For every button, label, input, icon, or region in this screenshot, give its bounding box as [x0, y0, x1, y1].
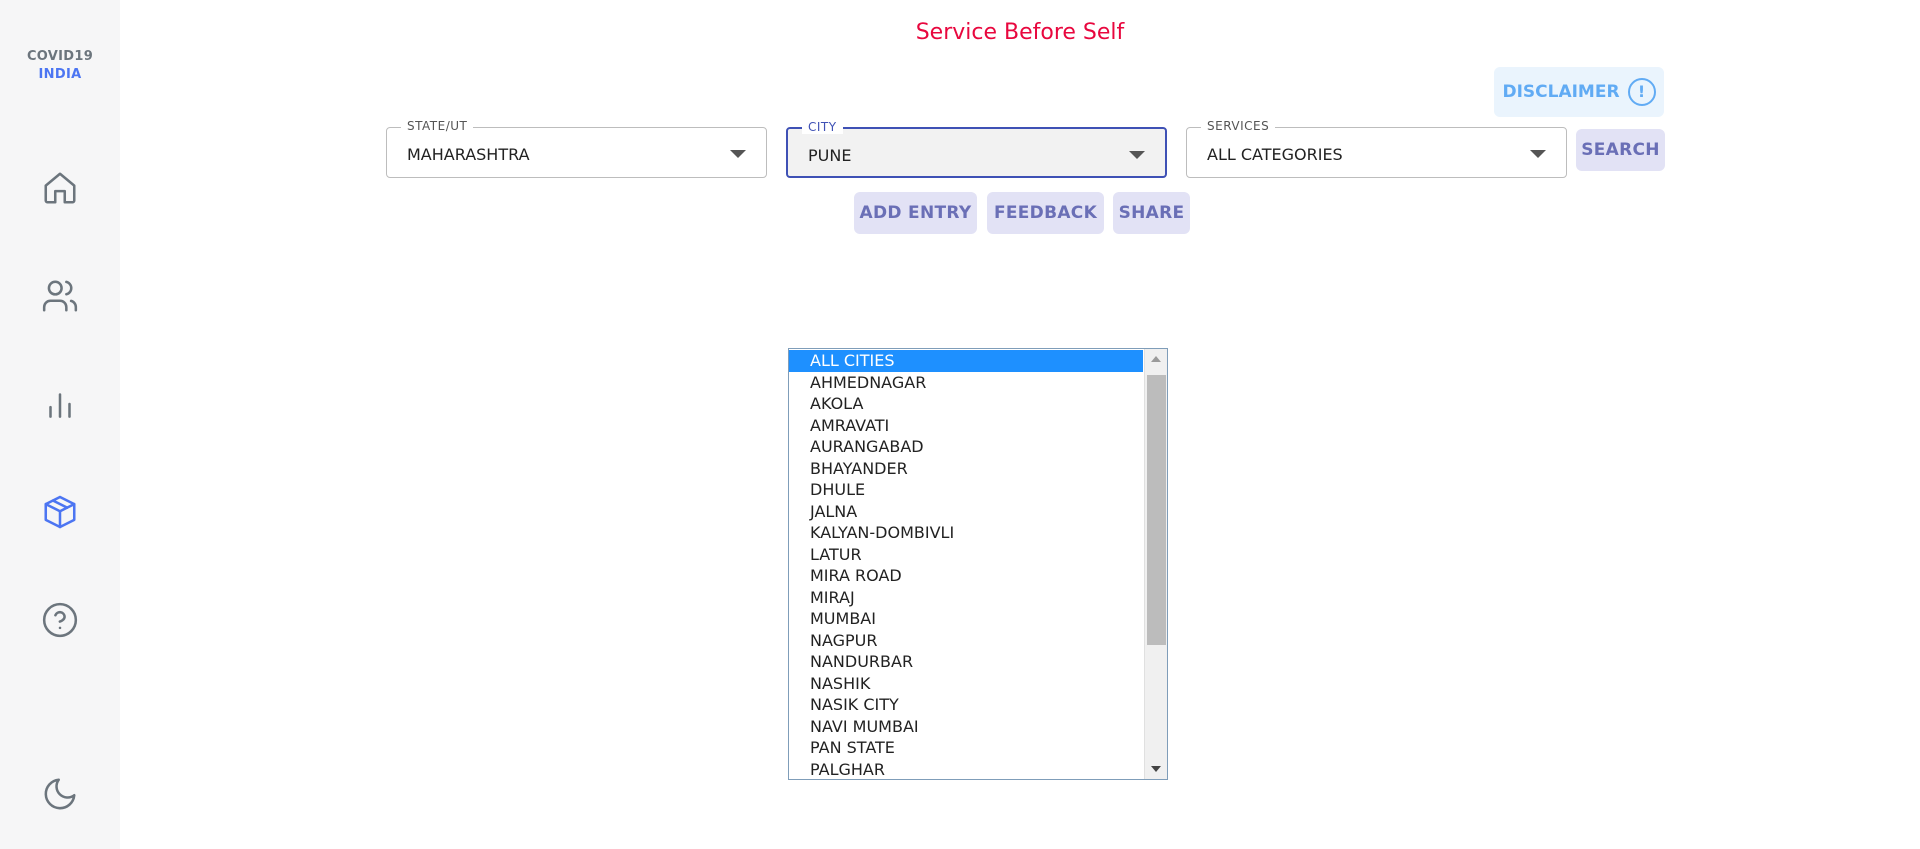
city-option[interactable]: AURANGABAD — [789, 436, 1143, 458]
moon-icon — [44, 778, 76, 810]
share-button[interactable]: SHARE — [1113, 192, 1190, 234]
city-option[interactable]: MUMBAI — [789, 608, 1143, 630]
scrollbar-thumb[interactable] — [1147, 375, 1166, 645]
nav-stats-button[interactable] — [36, 380, 84, 428]
nav-home-button[interactable] — [36, 164, 84, 212]
feedback-button[interactable]: FEEDBACK — [987, 192, 1104, 234]
arrow-down-icon — [1151, 766, 1161, 772]
logo-line1: COVID19 — [26, 49, 94, 64]
tagline: Service Before Self — [915, 20, 1125, 45]
home-icon — [44, 172, 76, 204]
nav-volunteers-button[interactable] — [36, 272, 84, 320]
city-option[interactable]: PAN STATE — [789, 737, 1143, 759]
services-select[interactable]: SERVICES ALL CATEGORIES — [1186, 119, 1567, 178]
nav-resources-button[interactable] — [36, 488, 84, 536]
search-button[interactable]: SEARCH — [1576, 129, 1665, 171]
city-options: ALL CITIES AHMEDNAGAR AKOLA AMRAVATI AURANGA… — [789, 350, 1143, 780]
info-icon: ! — [1627, 78, 1656, 106]
city-option[interactable]: BHAYANDER — [789, 458, 1143, 480]
state-select-label: STATE/UT — [401, 119, 474, 133]
sidebar: COVID19 INDIA — [0, 0, 120, 849]
city-option[interactable]: AMRAVATI — [789, 415, 1143, 437]
city-option[interactable]: AKOLA — [789, 393, 1143, 415]
disclaimer-button[interactable]: DISCLAIMER ! — [1494, 67, 1664, 117]
state-select-value: MAHARASHTRA — [407, 145, 530, 164]
help-circle-icon — [42, 602, 78, 638]
services-select-value: ALL CATEGORIES — [1207, 145, 1343, 164]
chevron-down-icon — [730, 150, 746, 158]
disclaimer-label: DISCLAIMER — [1502, 82, 1620, 102]
city-option[interactable]: MIRAJ — [789, 587, 1143, 609]
chevron-down-icon — [1129, 151, 1145, 159]
city-option[interactable]: NAVI MUMBAI — [789, 716, 1143, 738]
add-entry-button[interactable]: ADD ENTRY — [854, 192, 977, 234]
city-dropdown-list[interactable]: ALL CITIES AHMEDNAGAR AKOLA AMRAVATI AURANGA… — [788, 348, 1168, 780]
services-select-label: SERVICES — [1201, 119, 1276, 133]
city-option[interactable]: ALL CITIES — [789, 350, 1143, 372]
city-option[interactable]: NASHIK — [789, 673, 1143, 695]
scroll-down-button[interactable] — [1145, 759, 1167, 779]
city-option[interactable]: PALGHAR — [789, 759, 1143, 780]
chevron-down-icon — [1530, 150, 1546, 158]
city-select-label: CITY — [802, 120, 843, 134]
logo-line2: INDIA — [38, 67, 82, 82]
city-option[interactable]: JALNA — [789, 501, 1143, 523]
city-option[interactable]: KALYAN-DOMBIVLI — [789, 522, 1143, 544]
city-select[interactable]: CITY PUNE — [786, 120, 1167, 178]
app-logo[interactable]: COVID19 INDIA — [0, 48, 120, 84]
dark-mode-toggle[interactable] — [36, 770, 84, 818]
city-option[interactable]: MIRA ROAD — [789, 565, 1143, 587]
city-select-value: PUNE — [808, 146, 852, 165]
city-option[interactable]: NASIK CITY — [789, 694, 1143, 716]
dropdown-scrollbar[interactable] — [1144, 349, 1167, 779]
nav-help-button[interactable] — [36, 596, 84, 644]
city-option[interactable]: NANDURBAR — [789, 651, 1143, 673]
arrow-up-icon — [1151, 356, 1161, 362]
users-icon — [42, 280, 78, 312]
bar-chart-icon — [49, 393, 71, 418]
package-icon — [44, 495, 76, 529]
scroll-up-button[interactable] — [1145, 349, 1167, 369]
city-option[interactable]: DHULE — [789, 479, 1143, 501]
city-option[interactable]: LATUR — [789, 544, 1143, 566]
city-option[interactable]: NAGPUR — [789, 630, 1143, 652]
city-option[interactable]: AHMEDNAGAR — [789, 372, 1143, 394]
state-select[interactable]: STATE/UT MAHARASHTRA — [386, 119, 767, 178]
